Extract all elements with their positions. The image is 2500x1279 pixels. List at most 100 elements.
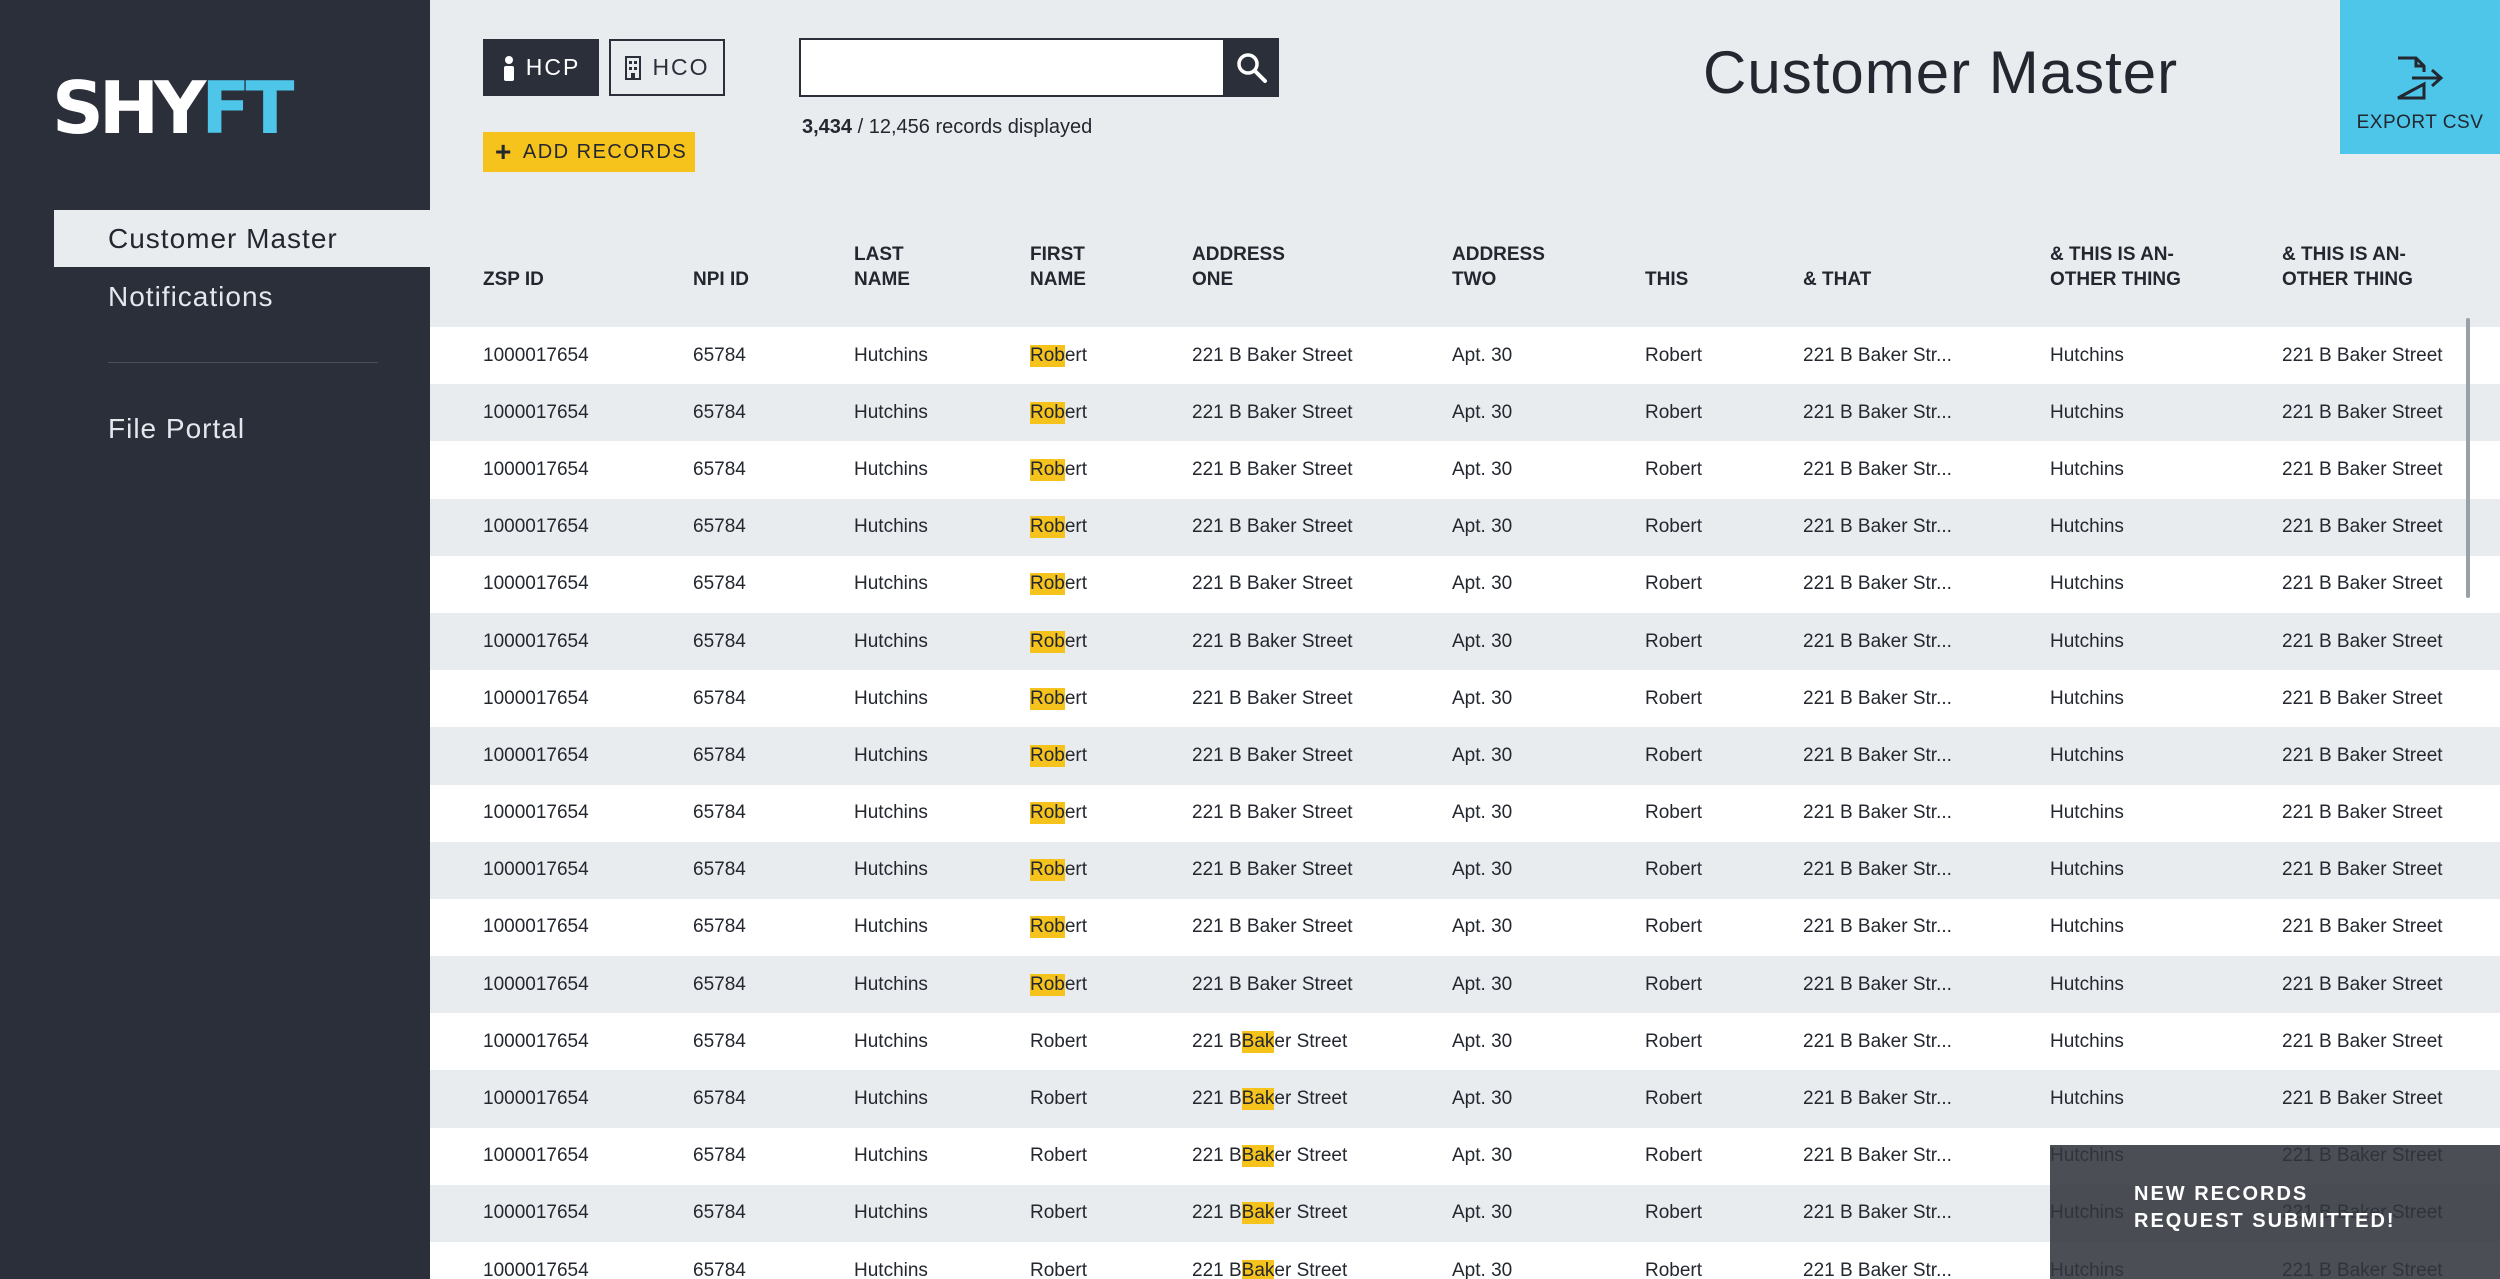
cell-address-two: Apt. 30	[1452, 344, 1513, 366]
table-row[interactable]: 1000017654 65784 Hutchins Robert 221 B Baker…	[430, 841, 2500, 899]
cell-address-two: Apt. 30	[1452, 1030, 1513, 1052]
cell-another-thing-1: Hutchins	[2050, 1088, 2124, 1110]
logo-text-white: SHY	[52, 66, 206, 150]
search-input[interactable]	[799, 38, 1225, 97]
cell-zsp-id: 1000017654	[483, 1202, 589, 1224]
search-match-highlight: Rob	[1030, 744, 1065, 767]
cell-another-thing-2: 221 B Baker Street	[2282, 973, 2443, 995]
sidebar-item-file-portal[interactable]: File Portal	[54, 400, 430, 457]
table-row[interactable]: 1000017654 65784 Hutchins Robert 221 B Baker…	[430, 612, 2500, 671]
cell-and-that: 221 B Baker Str...	[1803, 1259, 1952, 1279]
cell-address-one: 221 B Baker Street	[1192, 802, 1353, 824]
cell-address-one: 221 B Baker Street	[1192, 916, 1353, 938]
column-header-address-one[interactable]: ADDRESS ONE	[1192, 242, 1285, 292]
cell-this: Robert	[1645, 1088, 1703, 1110]
cell-last-name: Hutchins	[854, 401, 928, 423]
table-row[interactable]: 1000017654 65784 Hutchins Robert 221 B Baker…	[430, 441, 2500, 499]
table-row[interactable]: 1000017654 65784 Hutchins Robert 221 B Baker…	[430, 898, 2500, 957]
cell-npi-id: 65784	[693, 1259, 746, 1279]
hcp-filter-button[interactable]: HCP	[483, 39, 599, 96]
hcp-label: HCP	[525, 54, 581, 80]
column-header-line-1	[693, 242, 749, 267]
cell-address-one: 221 B Baker Street	[1192, 687, 1353, 709]
column-header-another-thing-2[interactable]: & THIS IS AN- OTHER THING	[2282, 242, 2413, 292]
cell-first-name: Robert	[1030, 1259, 1088, 1279]
table-row[interactable]: 1000017654 65784 Hutchins Robert 221 B Baker…	[430, 727, 2500, 785]
records-total: / 12,456 records displayed	[857, 116, 1093, 138]
toast-line-2: REQUEST SUBMITTED!	[2134, 1210, 2396, 1232]
cell-npi-id: 65784	[693, 1202, 746, 1224]
sidebar-item-customer-master[interactable]: Customer Master	[54, 210, 430, 267]
cell-first-name: Robert	[1030, 973, 1088, 996]
cell-first-name: Robert	[1030, 744, 1088, 767]
table-row[interactable]: 1000017654 65784 Hutchins Robert 221 B Baker…	[430, 555, 2500, 613]
cell-first-name: Robert	[1030, 401, 1088, 424]
search-match-highlight: Rob	[1030, 344, 1065, 367]
cell-last-name: Hutchins	[854, 516, 928, 538]
cell-another-thing-1: Hutchins	[2050, 630, 2124, 652]
cell-last-name: Hutchins	[854, 1030, 928, 1052]
cell-zsp-id: 1000017654	[483, 859, 589, 881]
cell-npi-id: 65784	[693, 1088, 746, 1110]
column-header-address-two[interactable]: ADDRESS TWO	[1452, 242, 1545, 292]
table-row[interactable]: 1000017654 65784 Hutchins Robert 221 B Baker…	[430, 1013, 2500, 1071]
cell-another-thing-1: Hutchins	[2050, 401, 2124, 423]
cell-and-that: 221 B Baker Str...	[1803, 1088, 1952, 1110]
cell-npi-id: 65784	[693, 1030, 746, 1052]
column-header-first-name[interactable]: FIRST NAME	[1030, 242, 1086, 292]
sidebar-item-notifications[interactable]: Notifications	[54, 268, 430, 325]
search-match-highlight: Rob	[1030, 973, 1065, 996]
cell-this: Robert	[1645, 344, 1703, 366]
column-header-this[interactable]: THIS	[1645, 242, 1688, 292]
cell-address-two: Apt. 30	[1452, 1145, 1513, 1167]
table-row[interactable]: 1000017654 65784 Hutchins Robert 221 B Baker…	[430, 384, 2500, 442]
records-displayed: 3,434	[802, 116, 853, 138]
cell-another-thing-2: 221 B Baker Street	[2282, 1030, 2443, 1052]
cell-last-name: Hutchins	[854, 1259, 928, 1279]
cell-this: Robert	[1645, 573, 1703, 595]
column-header-and-that[interactable]: & THAT	[1803, 242, 1871, 292]
table-scrollbar[interactable]	[2466, 318, 2470, 598]
cell-address-one: 221 B Baker Street	[1192, 401, 1353, 423]
add-records-button[interactable]: + ADD RECORDS	[483, 132, 695, 172]
sidebar-divider	[108, 362, 378, 363]
search-match-highlight: Bak	[1241, 1088, 1275, 1111]
cell-another-thing-1: Hutchins	[2050, 573, 2124, 595]
cell-another-thing-2: 221 B Baker Street	[2282, 859, 2443, 881]
cell-address-one: 221 B Baker Street	[1192, 1242, 1347, 1279]
column-header-npi-id[interactable]: NPI ID	[693, 242, 749, 292]
search-button[interactable]	[1224, 38, 1279, 97]
table-row[interactable]: 1000017654 65784 Hutchins Robert 221 B Baker…	[430, 1070, 2500, 1128]
cell-another-thing-2: 221 B Baker Street	[2282, 802, 2443, 824]
cell-this: Robert	[1645, 1030, 1703, 1052]
shyft-logo[interactable]: SHYFT	[52, 72, 295, 144]
hco-filter-button[interactable]: HCO	[609, 39, 725, 96]
column-header-another-thing-1[interactable]: & THIS IS AN- OTHER THING	[2050, 242, 2181, 292]
cell-first-name: Robert	[1030, 516, 1088, 539]
table-row[interactable]: 1000017654 65784 Hutchins Robert 221 B Baker…	[430, 956, 2500, 1014]
records-count: 3,434 / 12,456 records displayed	[802, 116, 1092, 139]
cell-npi-id: 65784	[693, 630, 746, 652]
table-row[interactable]: 1000017654 65784 Hutchins Robert 221 B Baker…	[430, 784, 2500, 842]
cell-address-two: Apt. 30	[1452, 1259, 1513, 1279]
export-icon	[2397, 56, 2444, 100]
cell-this: Robert	[1645, 1202, 1703, 1224]
column-header-line-2: ZSP ID	[483, 269, 544, 290]
column-header-line-1: FIRST	[1030, 244, 1085, 265]
export-csv-button[interactable]: EXPORT CSV	[2340, 0, 2500, 154]
table-row[interactable]: 1000017654 65784 Hutchins Robert 221 B Baker…	[430, 327, 2500, 385]
cell-npi-id: 65784	[693, 401, 746, 423]
column-header-zsp-id[interactable]: ZSP ID	[483, 242, 544, 292]
table-row[interactable]: 1000017654 65784 Hutchins Robert 221 B Baker…	[430, 498, 2500, 556]
cell-and-that: 221 B Baker Str...	[1803, 859, 1952, 881]
cell-address-two: Apt. 30	[1452, 916, 1513, 938]
cell-address-two: Apt. 30	[1452, 516, 1513, 538]
cell-another-thing-2: 221 B Baker Street	[2282, 344, 2443, 366]
table-row[interactable]: 1000017654 65784 Hutchins Robert 221 B Baker…	[430, 670, 2500, 728]
cell-another-thing-2: 221 B Baker Street	[2282, 744, 2443, 766]
cell-address-two: Apt. 30	[1452, 401, 1513, 423]
logo-text-blue: FT	[201, 66, 294, 150]
column-header-last-name[interactable]: LAST NAME	[854, 242, 910, 292]
page-title: Customer Master	[1703, 39, 2179, 106]
cell-last-name: Hutchins	[854, 802, 928, 824]
